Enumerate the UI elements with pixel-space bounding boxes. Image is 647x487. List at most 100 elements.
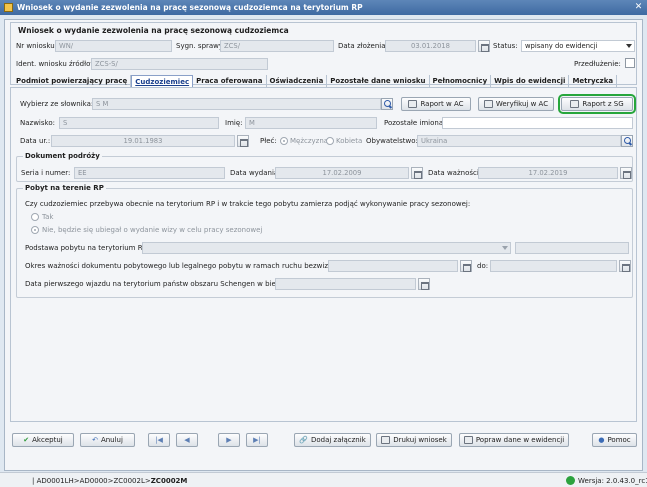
action-bar: ✔ Akceptuj ↶ Anuluj |◀ ◀ ▶ ▶| 🔗 Dodaj załąc…: [10, 428, 637, 452]
breadcrumb-path: | AD0001LH>AD0000>ZC0002L>: [32, 477, 151, 485]
plec-kobieta-label: Kobieta: [336, 137, 363, 145]
window-title: Wniosek o wydanie zezwolenia na pracę se…: [17, 3, 363, 12]
window-titlebar: Wniosek o wydanie zezwolenia na pracę se…: [0, 0, 647, 15]
calendar-icon[interactable]: [411, 167, 423, 179]
okres-od-field[interactable]: [328, 260, 458, 272]
pobyt-question: Czy cudzoziemiec przebywa obecnie na ter…: [25, 200, 471, 208]
imie-field[interactable]: M: [245, 117, 377, 129]
calendar-icon[interactable]: [620, 167, 632, 179]
calendar-icon[interactable]: [460, 260, 472, 272]
slownik-label: Wybierz ze słownika:: [20, 100, 94, 108]
prev-record-button[interactable]: ◀: [176, 433, 198, 447]
pobyt-nie-radio[interactable]: [31, 226, 39, 234]
data-waznosci-label: Data ważności:: [428, 169, 482, 177]
pozostale-imiona-field[interactable]: [442, 117, 633, 129]
sygn-label: Sygn. sprawy:: [176, 42, 225, 50]
tab-wpis-do-ewidencji[interactable]: Wpis do ewidencji: [491, 75, 570, 87]
przedluzenie-checkbox[interactable]: [625, 58, 635, 68]
slownik-field[interactable]: S M: [92, 98, 381, 110]
data-zlozenia-field[interactable]: 03.01.2018: [385, 40, 476, 52]
calendar-icon[interactable]: [478, 40, 490, 52]
raport-ac-label: Raport w AC: [420, 100, 464, 108]
podstawa-extra-field[interactable]: [515, 242, 629, 254]
tab-metryczka[interactable]: Metryczka: [569, 75, 618, 87]
pierwszy-wjazd-field[interactable]: [275, 278, 416, 290]
tab-podmiot[interactable]: Podmiot powierzający pracę: [13, 75, 132, 87]
dodaj-zalacznik-button[interactable]: 🔗 Dodaj załącznik: [294, 433, 371, 447]
status-select[interactable]: wpisany do ewidencji: [521, 40, 635, 52]
data-wydania-field[interactable]: 17.02.2009: [275, 167, 409, 179]
search-icon[interactable]: [621, 135, 633, 147]
printer-icon: [570, 100, 580, 108]
przedluzenie-label: Przedłużenie:: [574, 60, 621, 68]
search-icon[interactable]: [381, 98, 393, 110]
edit-icon: [463, 436, 473, 444]
data-waznosci-field[interactable]: 17.02.2019: [478, 167, 618, 179]
pomoc-button[interactable]: ● Pomoc: [592, 433, 637, 447]
breadcrumb-current: ZC0002M: [150, 477, 188, 485]
seria-field[interactable]: EE: [74, 167, 225, 179]
chevron-down-icon: [502, 246, 508, 250]
next-record-button[interactable]: ▶: [218, 433, 240, 447]
dokument-podrozy-group: Dokument podróży Seria i numer: EE Data …: [16, 152, 633, 182]
akceptuj-button[interactable]: ✔ Akceptuj: [12, 433, 74, 447]
okres-do-field[interactable]: [490, 260, 617, 272]
data-urodzenia-label: Data ur.:: [20, 137, 51, 145]
nazwisko-label: Nazwisko:: [20, 119, 55, 127]
pomoc-label: Pomoc: [607, 436, 631, 444]
tab-cudzoziemiec[interactable]: Cudzoziemiec: [131, 75, 194, 87]
data-wydania-label: Data wydania:: [230, 169, 281, 177]
pobyt-group: Pobyt na terenie RP Czy cudzoziemiec prz…: [16, 184, 633, 298]
podstawa-label: Podstawa pobytu na terytorium RP:: [25, 244, 150, 252]
plec-label: Płeć:: [260, 137, 277, 145]
podstawa-select[interactable]: [142, 242, 511, 254]
calendar-icon[interactable]: [619, 260, 631, 272]
plec-mezczyzna-radio[interactable]: [280, 137, 288, 145]
pobyt-tak-radio[interactable]: [31, 213, 39, 221]
raport-sg-label: Raport z SG: [582, 100, 624, 108]
calendar-icon[interactable]: [237, 135, 249, 147]
version-label: Wersja: 2.0.43.0_rc1: [578, 477, 647, 485]
first-record-button[interactable]: |◀: [148, 433, 170, 447]
main-frame: Wniosek o wydanie zezwolenia na pracę se…: [4, 19, 643, 471]
printer-icon: [381, 436, 391, 444]
cudzoziemiec-panel: Wybierz ze słownika: S M Raport w AC Wer…: [10, 87, 637, 422]
raport-sg-button[interactable]: Raport z SG: [558, 94, 636, 114]
nr-field[interactable]: WN/: [55, 40, 172, 52]
weryfikuj-ac-button[interactable]: Weryfikuj w AC: [478, 97, 554, 111]
pobyt-caption: Pobyt na terenie RP: [23, 184, 106, 192]
close-icon[interactable]: ✕: [633, 2, 644, 13]
data-zlozenia-label: Data złożenia:: [338, 42, 388, 50]
okres-do-label: do:: [477, 262, 489, 270]
status-bar: | AD0001LH>AD0000>ZC0002L>ZC0002M Wersja…: [0, 472, 647, 487]
verify-icon: [483, 100, 493, 108]
last-record-button[interactable]: ▶|: [246, 433, 268, 447]
data-urodzenia-field[interactable]: 19.01.1983: [51, 135, 235, 147]
raport-ac-button[interactable]: Raport w AC: [401, 97, 471, 111]
header-caption: Wniosek o wydanie zezwolenia na pracę se…: [18, 26, 289, 35]
plec-kobieta-radio[interactable]: [326, 137, 334, 145]
popraw-dane-button[interactable]: Popraw dane w ewidencji: [459, 433, 569, 447]
okres-label: Okres ważności dokumentu pobytowego lub …: [25, 262, 365, 270]
dokument-podrozy-caption: Dokument podróży: [23, 152, 102, 160]
akceptuj-label: Akceptuj: [32, 436, 63, 444]
sygn-field[interactable]: ZCS/: [220, 40, 334, 52]
tab-pelnomocnicy[interactable]: Pełnomocnicy: [430, 75, 492, 87]
nazwisko-field[interactable]: S: [59, 117, 219, 129]
ident-field[interactable]: ZCS-S/: [91, 58, 268, 70]
dodaj-label: Dodaj załącznik: [310, 436, 366, 444]
obywatelstwo-field[interactable]: Ukraina: [417, 135, 621, 147]
tab-pozostale-dane[interactable]: Pozostałe dane wniosku: [327, 75, 430, 87]
check-icon: ✔: [23, 436, 30, 444]
pobyt-tak-label: Tak: [42, 213, 54, 221]
tab-oswiadczenia[interactable]: Oświadczenia: [267, 75, 328, 87]
imie-label: Imię:: [225, 119, 243, 127]
anuluj-button[interactable]: ↶ Anuluj: [80, 433, 135, 447]
calendar-icon[interactable]: [418, 278, 430, 290]
pozostale-imiona-label: Pozostałe imiona:: [384, 119, 446, 127]
drukuj-wniosek-button[interactable]: Drukuj wniosek: [376, 433, 452, 447]
tab-praca-oferowana[interactable]: Praca oferowana: [193, 75, 267, 87]
chevron-down-icon: [626, 44, 632, 48]
pierwszy-wjazd-label: Data pierwszego wjazdu na terytorium pań…: [25, 280, 302, 288]
undo-icon: ↶: [92, 436, 98, 444]
